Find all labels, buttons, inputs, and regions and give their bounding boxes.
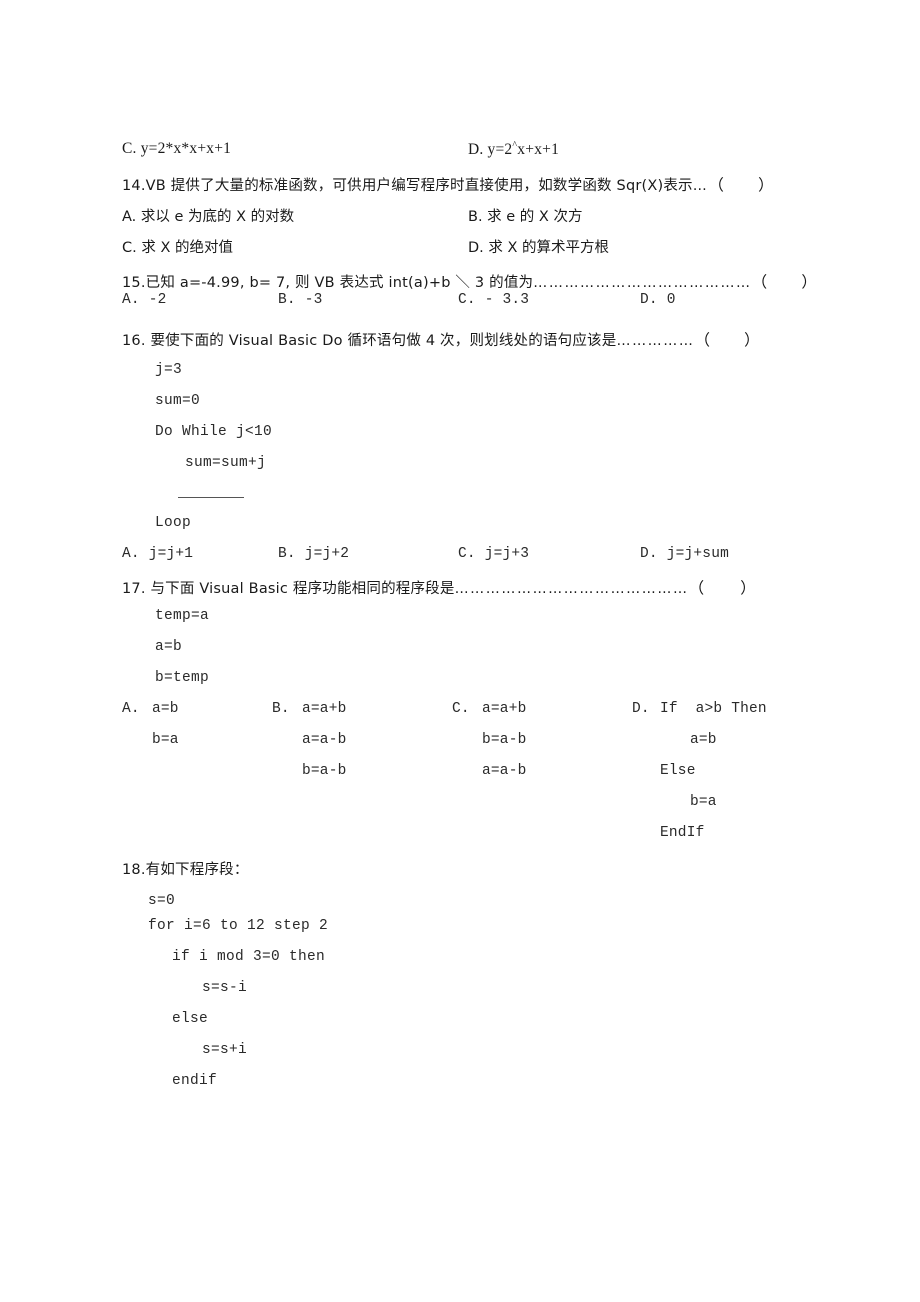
q17-option-d-line-5[interactable]: EndIf	[660, 825, 705, 841]
q17-option-d-line-1[interactable]: If a>b Then	[660, 701, 767, 717]
q17-code-line-3: b=temp	[155, 670, 210, 686]
q18-code-line-1: s=0	[148, 893, 176, 909]
q14-leader: …	[692, 178, 709, 194]
q17-option-b-line-3[interactable]: b=a-b	[302, 763, 347, 779]
q17-option-c-line-2[interactable]: b=a-b	[482, 732, 527, 748]
q14-option-c[interactable]: C. 求 X 的绝对值	[122, 236, 233, 257]
q15-option-a[interactable]: A. -2	[122, 292, 167, 308]
q13-option-c: C. y=2*x*x+x+1	[122, 140, 232, 157]
q14-paren-close: ）	[758, 176, 774, 194]
q17-option-c-line-3[interactable]: a=a-b	[482, 763, 527, 779]
q14-option-b[interactable]: B. 求 e 的 X 次方	[468, 205, 582, 226]
q15-paren-close: ）	[801, 273, 818, 291]
q16-stem: 16. 要使下面的 Visual Basic Do 循环语句做 4 次，则划线处…	[122, 328, 760, 350]
q17-option-a-label[interactable]: A.	[122, 701, 140, 717]
q17-option-d-label[interactable]: D.	[632, 701, 650, 717]
q17-paren-close: ）	[740, 579, 756, 597]
q17-stem-text: 17. 与下面 Visual Basic 程序功能相同的程序段是	[122, 581, 455, 597]
q17-leader: ………………………………………	[454, 581, 689, 597]
q17-option-a-line-1[interactable]: a=b	[152, 701, 179, 717]
q16-paren-close: ）	[744, 331, 760, 349]
q18-code-line-6: s=s+i	[202, 1042, 248, 1058]
q18-code-line-7: endif	[172, 1073, 218, 1089]
q14-option-a[interactable]: A. 求以 e 为底的 X 的对数	[122, 205, 294, 226]
q17-code-line-1: temp=a	[155, 608, 210, 624]
q15-leader: ……………………………………	[533, 275, 752, 291]
q17-option-c-label[interactable]: C.	[452, 701, 470, 717]
q16-code-line-2: sum=0	[155, 393, 201, 409]
q15-stem-text: 15.已知 a=-4.99, b= 7, 则 VB 表达式 int(a)+b ＼…	[122, 275, 534, 291]
q13-option-d-base: D. y=2	[468, 141, 513, 159]
q16-code-line-1: j=3	[155, 362, 183, 378]
q14-paren-open: （	[708, 176, 725, 194]
q15-option-b[interactable]: B. -3	[278, 292, 323, 308]
q16-option-b[interactable]: B. j=j+2	[278, 546, 349, 562]
q17-option-b-line-2[interactable]: a=a-b	[302, 732, 347, 748]
q18-code-line-4: s=s-i	[202, 980, 248, 996]
q17-option-d-line-2[interactable]: a=b	[690, 732, 717, 748]
q14-stem-text: 14.VB 提供了大量的标准函数，可供用户编写程序时直接使用，如数学函数 Sqr…	[122, 178, 693, 194]
q16-stem-text: 16. 要使下面的 Visual Basic Do 循环语句做 4 次，则划线处…	[122, 333, 617, 349]
q17-stem: 17. 与下面 Visual Basic 程序功能相同的程序段是………………………	[122, 576, 756, 598]
q15-paren-open: （	[751, 273, 768, 291]
q18-code-line-3: if i mod 3=0 then	[172, 949, 326, 965]
q16-option-c[interactable]: C. j=j+3	[458, 546, 529, 562]
q16-code-line-6: Loop	[155, 515, 192, 531]
q18-stem: 18.有如下程序段：	[122, 862, 249, 878]
q13-option-d: D. y=2^x+x+1	[468, 140, 559, 159]
q16-code-line-4: sum=sum+j	[185, 455, 267, 471]
q16-code-fill-blank[interactable]	[178, 497, 244, 498]
q17-option-b-line-1[interactable]: a=a+b	[302, 701, 347, 717]
exam-page: C. y=2*x*x+x+1 D. y=2^x+x+1 14.VB 提供了大量的…	[0, 0, 920, 1302]
q15-option-c[interactable]: C. - 3.3	[458, 292, 529, 308]
q14-stem: 14.VB 提供了大量的标准函数，可供用户编写程序时直接使用，如数学函数 Sqr…	[122, 173, 774, 195]
q15-option-d[interactable]: D. 0	[640, 292, 676, 308]
q15-stem: 15.已知 a=-4.99, b= 7, 则 VB 表达式 int(a)+b ＼…	[122, 270, 817, 292]
q17-paren-open: （	[688, 579, 705, 597]
q17-option-a-line-2[interactable]: b=a	[152, 732, 179, 748]
q16-leader: ……………	[616, 333, 695, 349]
q16-option-a[interactable]: A. j=j+1	[122, 546, 193, 562]
q16-option-d[interactable]: D. j=j+sum	[640, 546, 729, 562]
q13-option-d-tail: x+x+1	[517, 141, 560, 159]
q17-code-line-2: a=b	[155, 639, 183, 655]
q18-code-line-5: else	[172, 1011, 209, 1027]
q14-option-d[interactable]: D. 求 X 的算术平方根	[468, 236, 609, 257]
q17-option-d-line-3[interactable]: Else	[660, 763, 696, 779]
q17-option-d-line-4[interactable]: b=a	[690, 794, 717, 810]
q16-code-line-3: Do While j<10	[155, 424, 273, 440]
q17-option-c-line-1[interactable]: a=a+b	[482, 701, 527, 717]
q17-option-b-label[interactable]: B.	[272, 701, 290, 717]
q18-code-line-2: for i=6 to 12 step 2	[148, 918, 329, 934]
q16-paren-open: （	[694, 331, 711, 349]
